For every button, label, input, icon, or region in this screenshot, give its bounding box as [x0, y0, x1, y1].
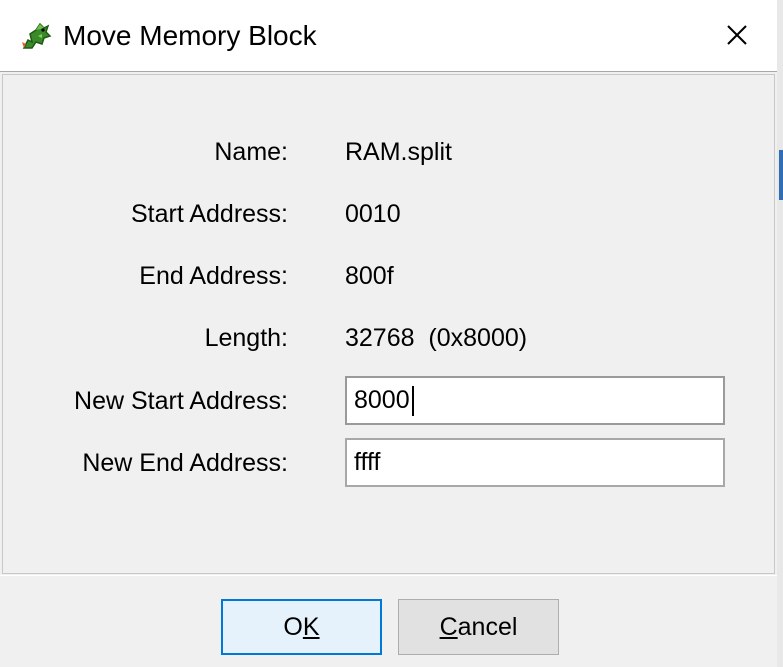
cancel-label-post: ancel: [457, 613, 518, 641]
background-window-edge: [777, 0, 783, 667]
ok-label-pre: O: [283, 613, 303, 641]
dialog-title: Move Memory Block: [63, 20, 317, 51]
new-end-address-label: New End Address:: [82, 449, 288, 477]
start-address-value: 0010: [345, 200, 401, 228]
dragon-icon: [18, 18, 54, 54]
name-label: Name:: [214, 138, 288, 166]
new-start-address-label: New Start Address:: [74, 387, 288, 415]
new-start-address-input[interactable]: [345, 376, 725, 425]
start-address-label: Start Address:: [130, 200, 288, 228]
close-icon[interactable]: [714, 14, 760, 56]
name-value: RAM.split: [345, 138, 452, 166]
button-bar: [0, 576, 777, 667]
cancel-mnemonic: C: [439, 613, 458, 641]
title-bar[interactable]: Move Memory Block: [0, 0, 777, 72]
end-address-value: 800f: [345, 262, 394, 290]
ok-button[interactable]: OK: [221, 599, 382, 655]
end-address-label: End Address:: [139, 262, 288, 290]
move-memory-block-dialog: Move Memory Block Name: RAM.split Start …: [0, 0, 778, 667]
text-caret: [412, 386, 414, 416]
ok-mnemonic: K: [302, 613, 320, 641]
new-end-address-input[interactable]: [345, 438, 725, 487]
background-accent-strip: [779, 150, 783, 200]
cancel-button[interactable]: Cancel: [398, 599, 559, 655]
length-label: Length:: [204, 324, 288, 352]
length-value: 32768 (0x8000): [345, 324, 528, 352]
